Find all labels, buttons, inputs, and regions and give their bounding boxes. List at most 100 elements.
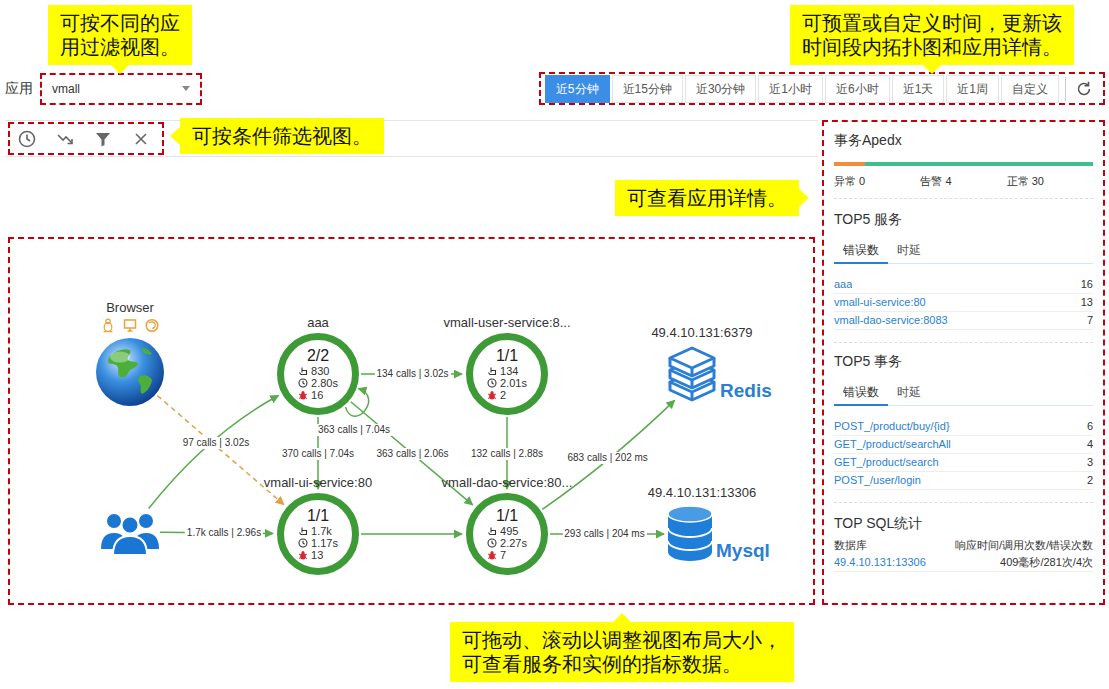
callout-line: 可查看应用详情。 bbox=[627, 186, 787, 210]
globe-icon bbox=[94, 336, 166, 408]
row-link[interactable]: POST_/product/buy/{id} bbox=[834, 418, 950, 435]
trend-icon[interactable] bbox=[56, 130, 74, 148]
metric-row: 495 bbox=[487, 525, 518, 537]
callout-arrow bbox=[111, 65, 129, 74]
metric-value: 16 bbox=[311, 389, 323, 401]
users-icon bbox=[98, 509, 162, 555]
desktop-icon bbox=[123, 318, 137, 333]
section-title: TOP5 服务 bbox=[834, 209, 1093, 229]
node-name: Browser bbox=[106, 300, 154, 315]
calls-icon bbox=[298, 526, 308, 536]
node-metrics: 8302.80s16 bbox=[298, 365, 338, 401]
row-value: 6 bbox=[1087, 418, 1093, 435]
row-link[interactable]: vmall-ui-service:80 bbox=[834, 294, 926, 311]
metric-value: 1.7k bbox=[311, 525, 332, 537]
metric-value: 13 bbox=[311, 549, 323, 561]
refresh-button[interactable] bbox=[1065, 77, 1099, 101]
callout: 可拖动、滚动以调整视图布局大小，可查看服务和实例的指标数据。 bbox=[450, 622, 794, 682]
instance-count: 1/1 bbox=[307, 507, 329, 525]
section-tab[interactable]: 错误数 bbox=[834, 239, 888, 264]
callout-line: 可拖动、滚动以调整视图布局大小， bbox=[462, 628, 782, 652]
linux-icon bbox=[101, 318, 115, 333]
metric-value: 2 bbox=[500, 389, 506, 401]
section-row: GET_/product/search3 bbox=[834, 454, 1093, 472]
section-row: POST_/product/buy/{id} 6 bbox=[834, 418, 1093, 436]
bug-icon bbox=[298, 390, 308, 400]
topology-canvas[interactable]: Browser aaa 2/28302.80s16 vmall-user-servic… bbox=[8, 237, 815, 605]
clock-icon[interactable] bbox=[18, 130, 36, 148]
node-name: vmall-user-service:8... bbox=[443, 315, 570, 330]
time-option[interactable]: 近15分钟 bbox=[612, 75, 683, 103]
row-link[interactable]: POST_/user/login bbox=[834, 472, 921, 489]
metric-row: 16 bbox=[298, 389, 323, 401]
section-tab[interactable]: 错误数 bbox=[834, 381, 888, 406]
row-link[interactable]: aaa bbox=[834, 276, 852, 293]
clock-icon bbox=[298, 378, 308, 388]
node-name: vmall-dao-service:80... bbox=[442, 475, 573, 490]
callout-line: 可按条件筛选视图。 bbox=[192, 124, 372, 148]
logo-text: Redis bbox=[720, 380, 772, 402]
metric-row: 13 bbox=[298, 549, 323, 561]
instance-count: 1/1 bbox=[496, 507, 518, 525]
callout-arrow bbox=[923, 65, 941, 74]
filter-tools bbox=[8, 122, 164, 155]
metric-row: 134 bbox=[487, 365, 518, 377]
callout: 可查看应用详情。 bbox=[615, 180, 799, 216]
close-icon[interactable] bbox=[132, 130, 150, 148]
metric-value: 830 bbox=[311, 365, 329, 377]
node-name: 49.4.10.131:6379 bbox=[651, 325, 752, 340]
node-name: aaa bbox=[307, 315, 329, 330]
row-value: 16 bbox=[1081, 276, 1093, 293]
bug-icon bbox=[298, 550, 308, 560]
section-tabs: 错误数时延 bbox=[834, 239, 1093, 264]
time-option[interactable]: 近1小时 bbox=[758, 75, 823, 103]
page: 应用vmall近5分钟近15分钟近30分钟近1小时近6小时近1天近1周自定义Br… bbox=[0, 0, 1109, 689]
row-link[interactable]: vmall-dao-service:8083 bbox=[834, 312, 948, 329]
row-value: 409毫秒/281次/4次 bbox=[1000, 554, 1093, 571]
apdex-segment bbox=[865, 162, 1093, 166]
time-option[interactable]: 近1天 bbox=[892, 75, 945, 103]
callout-arrow bbox=[613, 613, 631, 622]
clock-icon bbox=[487, 378, 497, 388]
edge-label: 132 calls | 2.88s bbox=[469, 448, 545, 460]
app-select[interactable]: vmall bbox=[40, 73, 202, 105]
node-ring: 2/28302.80s16 bbox=[277, 333, 359, 415]
details-panel: 事务Apedx异常 0告警 4正常 30TOP5 服务错误数时延aaa16vma… bbox=[822, 120, 1105, 605]
calls-icon bbox=[487, 526, 497, 536]
row-link[interactable]: GET_/product/search bbox=[834, 454, 939, 471]
node-ring: 1/11.7k1.17s13 bbox=[277, 493, 359, 575]
edge-label: 97 calls | 3.02s bbox=[181, 437, 252, 449]
metric-value: 495 bbox=[500, 525, 518, 537]
instance-count: 2/2 bbox=[307, 347, 329, 365]
section-title: TOP SQL统计 bbox=[834, 513, 1093, 533]
section-list: POST_/product/buy/{id}6GET_/product/sear… bbox=[834, 418, 1093, 490]
edge[interactable] bbox=[361, 533, 462, 535]
filter-icon[interactable] bbox=[94, 130, 112, 148]
caret-icon bbox=[182, 86, 190, 91]
time-option[interactable]: 自定义 bbox=[1001, 75, 1059, 103]
time-option[interactable]: 近1周 bbox=[946, 75, 999, 103]
callout-arrow bbox=[170, 127, 180, 145]
section-row: GET_/product/searchAll4 bbox=[834, 436, 1093, 454]
section-tab[interactable]: 时延 bbox=[888, 381, 930, 406]
metric-row: 2 bbox=[487, 389, 506, 401]
time-option[interactable]: 近6小时 bbox=[825, 75, 890, 103]
time-option[interactable]: 近5分钟 bbox=[545, 75, 610, 103]
refresh-icon[interactable] bbox=[1075, 80, 1093, 98]
node-ring: 1/14952.27s7 bbox=[466, 493, 548, 575]
apdex-segment bbox=[834, 162, 865, 166]
row-link[interactable]: 49.4.10.131:13306 bbox=[834, 554, 926, 571]
time-option[interactable]: 近30分钟 bbox=[685, 75, 756, 103]
calls-icon bbox=[298, 366, 308, 376]
row-value: 13 bbox=[1081, 294, 1093, 311]
apdex-stat: 正常 30 bbox=[1007, 174, 1093, 188]
node-metrics: 1342.01s2 bbox=[487, 365, 527, 401]
edge[interactable] bbox=[149, 395, 279, 508]
section-tab[interactable]: 时延 bbox=[888, 239, 930, 264]
metric-value: 1.17s bbox=[311, 537, 338, 549]
apdex-segment-fill bbox=[865, 162, 1093, 166]
section-tabs: 错误数时延 bbox=[834, 381, 1093, 406]
callout-line: 可按不同的应 bbox=[60, 11, 180, 35]
row-link[interactable]: GET_/product/searchAll bbox=[834, 436, 951, 453]
edge-label: 370 calls | 7.04s bbox=[280, 448, 356, 460]
